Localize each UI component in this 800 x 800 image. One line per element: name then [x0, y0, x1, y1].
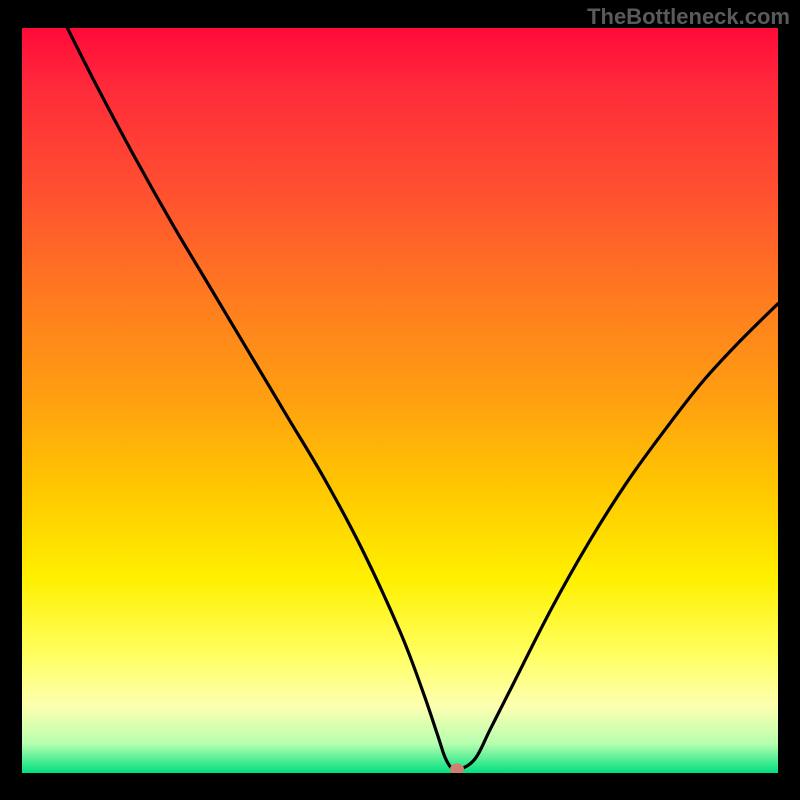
- plot-area: [22, 28, 778, 773]
- watermark-text: TheBottleneck.com: [587, 4, 790, 30]
- chart-container: TheBottleneck.com: [0, 0, 800, 800]
- bottleneck-curve: [67, 28, 778, 771]
- curve-svg: [22, 28, 778, 773]
- optimal-point-marker: [450, 764, 464, 773]
